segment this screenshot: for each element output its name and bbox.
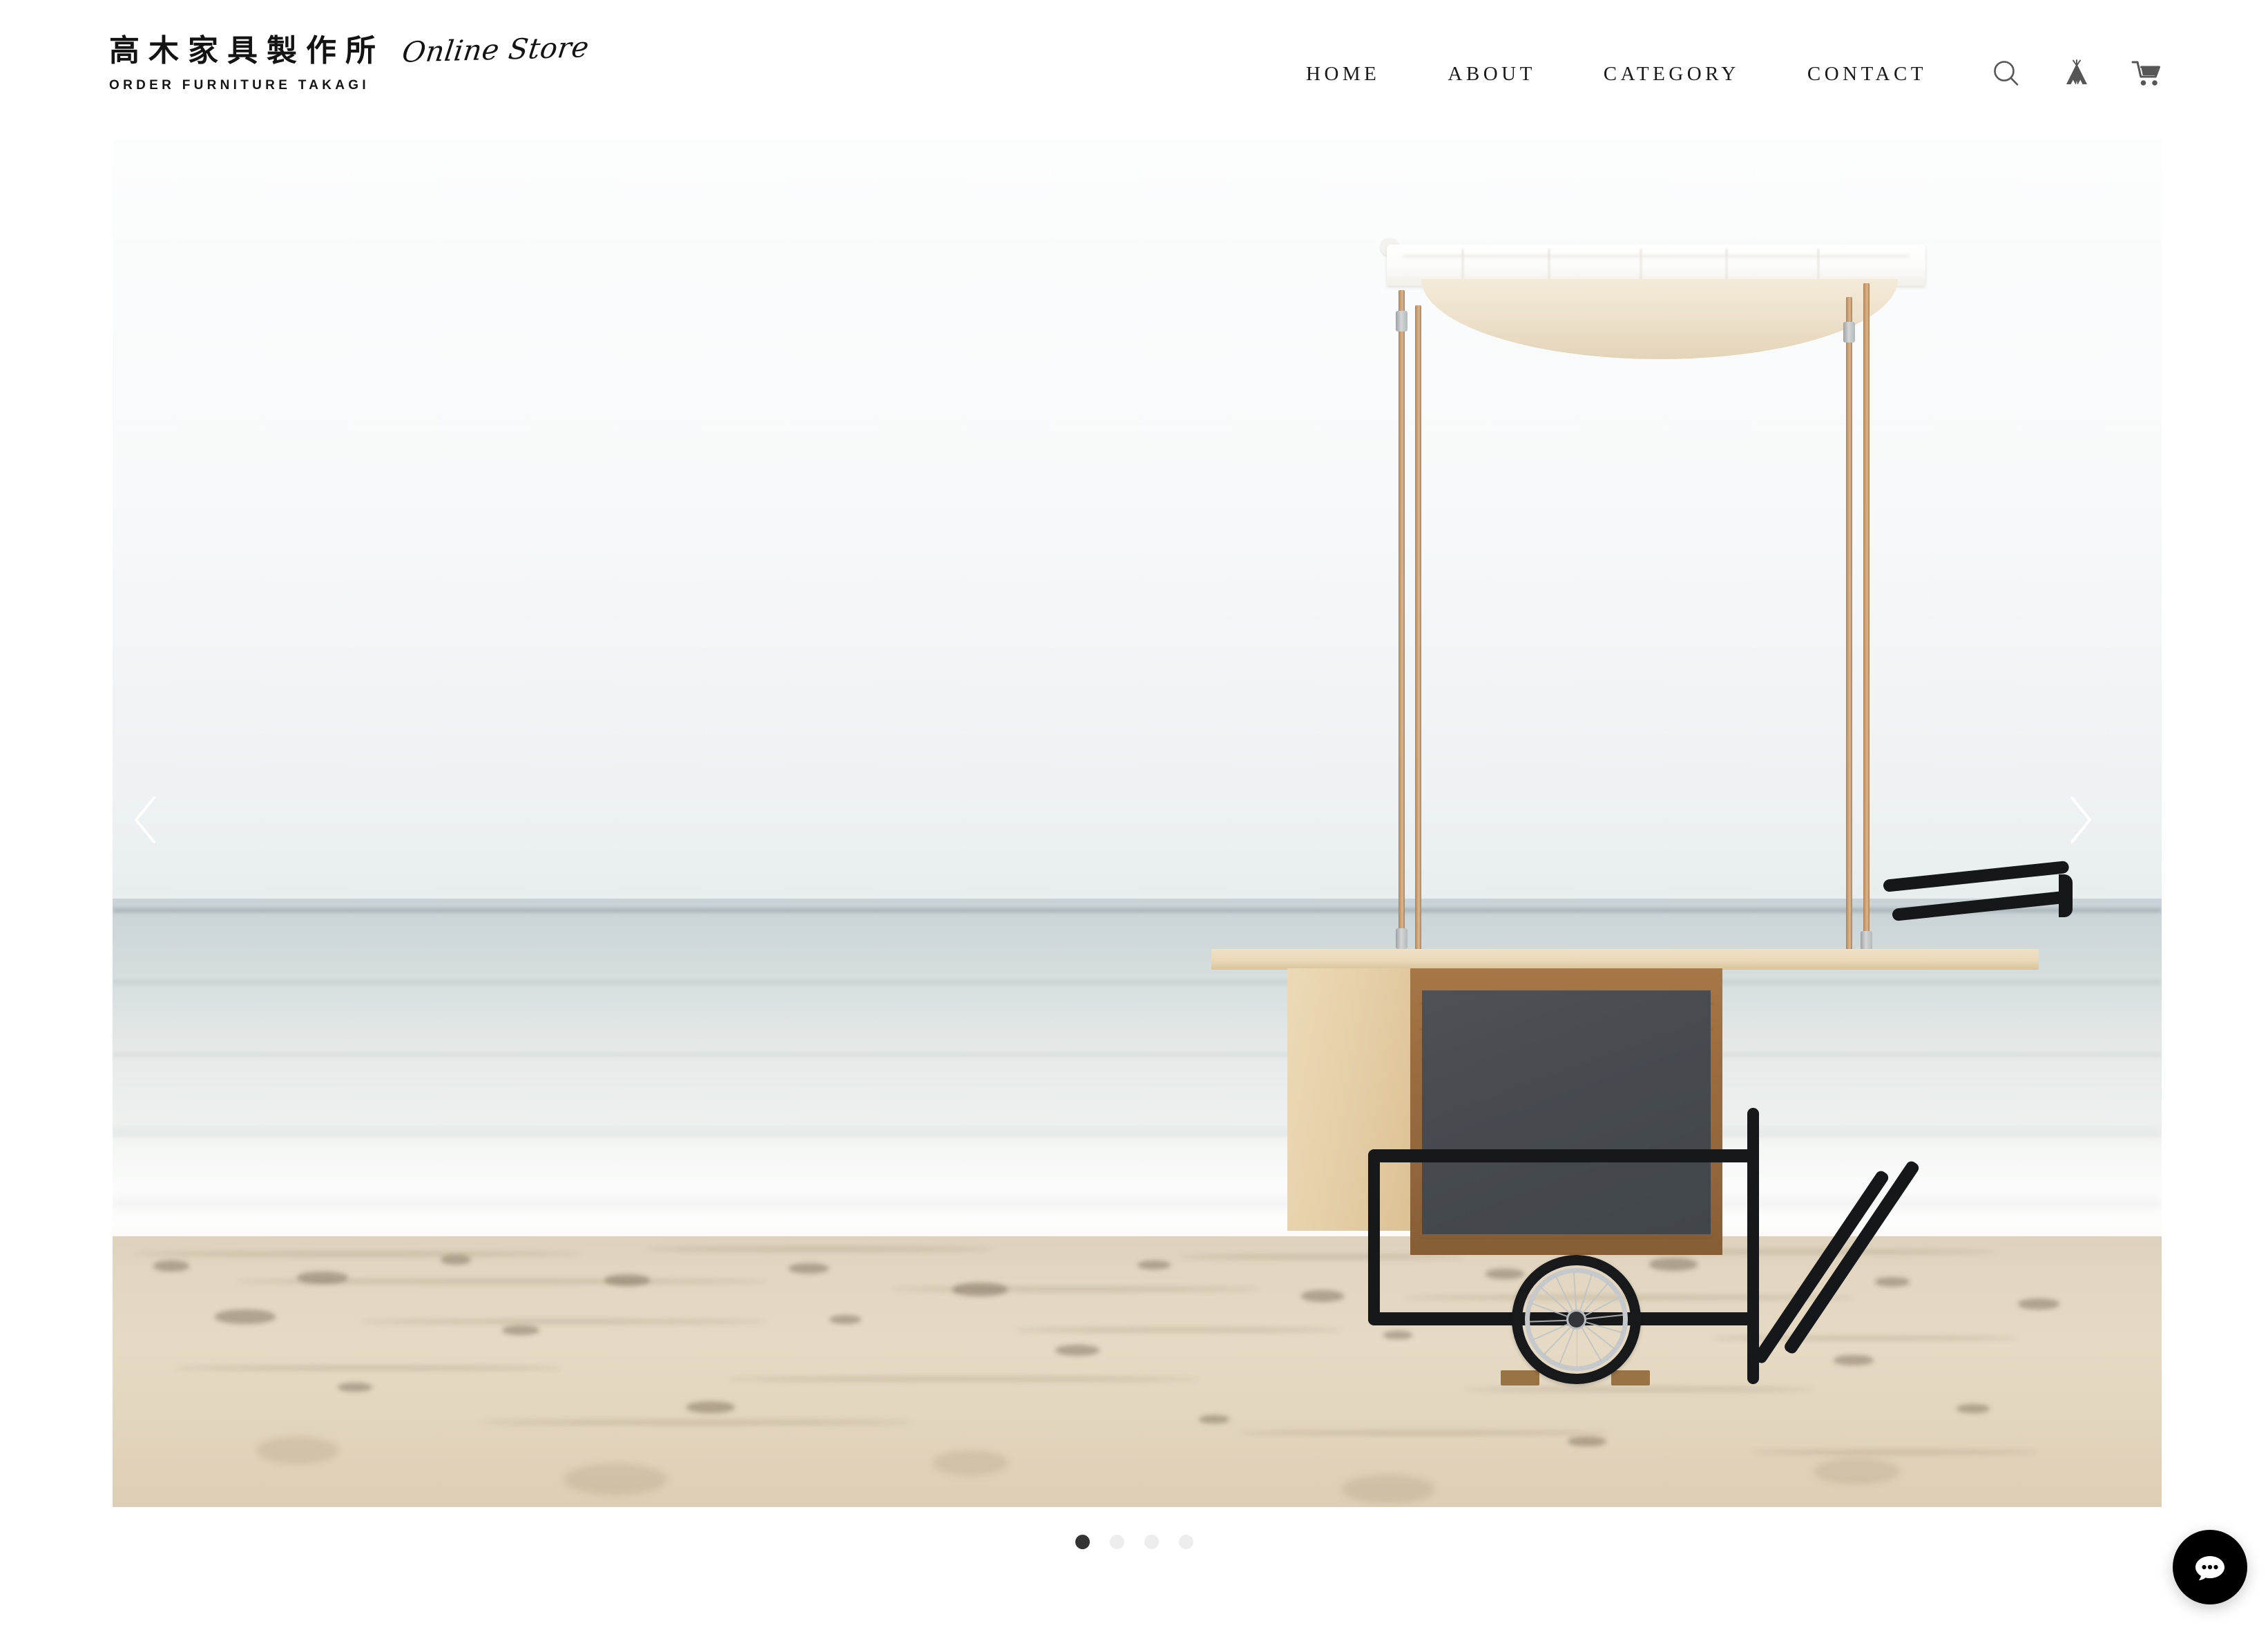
cart-handle-bar bbox=[1752, 1169, 1891, 1365]
cart-wheel-hub bbox=[1566, 1310, 1586, 1330]
cart-handle-bar bbox=[1782, 1159, 1921, 1356]
carousel-pagination bbox=[0, 1535, 2268, 1549]
nav-link-category[interactable]: CATEGORY bbox=[1604, 64, 1740, 84]
pole-clamp bbox=[1396, 928, 1407, 949]
chevron-left-icon bbox=[135, 796, 155, 843]
canopy-pole bbox=[1415, 305, 1421, 953]
nav-link-about[interactable]: ABOUT bbox=[1448, 64, 1535, 84]
chevron-right-icon bbox=[2070, 796, 2091, 843]
cart-side-panel bbox=[1287, 968, 1410, 1231]
pole-clamp bbox=[1396, 311, 1407, 332]
canopy-pole bbox=[1846, 297, 1852, 953]
search-icon[interactable] bbox=[1990, 58, 2022, 90]
canopy-sagging-cloth bbox=[1421, 279, 1898, 359]
carousel-prev-arrow[interactable] bbox=[116, 789, 178, 851]
cart-handle-grip bbox=[1892, 890, 2066, 921]
cart-chalkboard-panel bbox=[1422, 990, 1711, 1234]
chat-bubble-icon bbox=[2195, 1556, 2224, 1581]
cart-icon[interactable] bbox=[2131, 58, 2163, 90]
brand-logo-row: 高木家具製作所 Online Store bbox=[109, 30, 591, 69]
brand-logo[interactable]: 高木家具製作所 Online Store ORDER FURNITURE TAK… bbox=[109, 30, 591, 93]
main-navigation: HOME ABOUT CATEGORY CONTACT bbox=[1306, 58, 2163, 90]
teepee-icon[interactable] bbox=[2061, 58, 2093, 90]
brand-name-jp: 高木家具製作所 bbox=[109, 34, 385, 68]
wheel-chock bbox=[1611, 1370, 1650, 1386]
carousel-dot-4[interactable] bbox=[1178, 1535, 1193, 1549]
site-header: 高木家具製作所 Online Store ORDER FURNITURE TAK… bbox=[0, 0, 2268, 140]
carousel-dot-3[interactable] bbox=[1144, 1535, 1159, 1549]
header-icon-group bbox=[1990, 58, 2163, 90]
vending-cart bbox=[113, 140, 2162, 1507]
wheel-chock bbox=[1501, 1370, 1539, 1386]
hero-carousel-slide[interactable] bbox=[113, 140, 2162, 1507]
canopy-pole bbox=[1399, 290, 1405, 953]
carousel-dot-2[interactable] bbox=[1109, 1535, 1124, 1549]
cart-handle-end-curve bbox=[2059, 874, 2073, 917]
cart-frame-rail-upper bbox=[1368, 1149, 1759, 1162]
canopy-pole bbox=[1863, 283, 1870, 953]
cart-frame-post-right bbox=[1747, 1108, 1759, 1384]
chat-widget-button[interactable] bbox=[2173, 1530, 2247, 1604]
brand-script-online-store: Online Store bbox=[400, 30, 591, 69]
cart-frame-post-left bbox=[1368, 1149, 1380, 1325]
pole-clamp bbox=[1843, 322, 1855, 343]
page-root: 高木家具製作所 Online Store ORDER FURNITURE TAK… bbox=[0, 0, 2268, 1630]
cart-counter-top bbox=[1211, 949, 2039, 970]
carousel-next-arrow[interactable] bbox=[2048, 789, 2110, 851]
brand-tagline: ORDER FURNITURE TAKAGI bbox=[109, 78, 369, 93]
cart-handle-grip bbox=[1883, 860, 2070, 892]
carousel-dot-1[interactable] bbox=[1075, 1535, 1090, 1549]
hero-image-beach-cart bbox=[113, 140, 2162, 1507]
nav-link-contact[interactable]: CONTACT bbox=[1807, 64, 1927, 84]
nav-link-home[interactable]: HOME bbox=[1306, 64, 1380, 84]
